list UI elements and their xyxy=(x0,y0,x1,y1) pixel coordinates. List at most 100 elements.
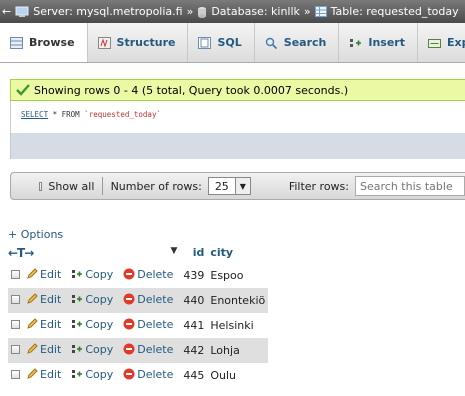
navigation-bar: Show all Number of rows: 25 ▼ Filter row… xyxy=(10,172,465,200)
copy-icon xyxy=(72,370,83,379)
edit-cell: Edit xyxy=(23,288,69,313)
edit-label: Edit xyxy=(40,317,62,331)
success-message: Showing rows 0 - 4 (5 total, Query took … xyxy=(10,79,465,101)
copy-label: Copy xyxy=(85,292,114,306)
cell-city: Enontekiö xyxy=(207,288,269,313)
row-checkbox[interactable] xyxy=(11,345,20,354)
edit-button[interactable]: Edit xyxy=(26,318,61,331)
tab-export[interactable]: Exp xyxy=(418,23,465,62)
tab-label: Structure xyxy=(116,36,176,49)
options-link[interactable]: + Options xyxy=(8,228,63,241)
column-controls: ←T→ ▼ xyxy=(8,242,180,263)
copy-button[interactable]: Copy xyxy=(71,318,113,331)
edit-button[interactable]: Edit xyxy=(26,343,61,356)
delete-button[interactable]: Delete xyxy=(123,368,173,381)
breadcrumb-database[interactable]: Database: kinllk xyxy=(211,5,300,18)
checkmark-icon xyxy=(16,84,30,96)
delete-label: Delete xyxy=(137,292,174,306)
row-checkbox[interactable] xyxy=(11,295,20,304)
table-row: Edit Copy Delete 440 Enontekiö xyxy=(8,288,269,313)
database-icon xyxy=(198,6,207,18)
edit-button[interactable]: Edit xyxy=(26,368,61,381)
success-text: Showing rows 0 - 4 (5 total, Query took … xyxy=(34,83,349,97)
tab-insert[interactable]: Insert xyxy=(339,23,418,62)
delete-button[interactable]: Delete xyxy=(123,343,173,356)
row-checkbox-cell xyxy=(8,363,23,388)
back-arrow-icon[interactable]: ← xyxy=(2,5,11,18)
edit-button[interactable]: Edit xyxy=(26,268,61,281)
tab-label: Insert xyxy=(368,36,405,49)
tab-browse[interactable]: Browse xyxy=(0,23,88,62)
delete-label: Delete xyxy=(137,342,174,356)
copy-icon xyxy=(72,320,83,329)
delete-button[interactable]: Delete xyxy=(123,293,173,306)
row-checkbox[interactable] xyxy=(11,370,20,379)
filter-rows-input[interactable] xyxy=(355,176,465,196)
table-row: Edit Copy Delete 439 Espoo xyxy=(8,263,269,288)
tab-label: Exp xyxy=(447,36,465,49)
pencil-icon xyxy=(27,318,38,330)
delete-icon xyxy=(123,293,135,305)
rows-label: Number of rows: xyxy=(110,179,202,193)
edit-label: Edit xyxy=(40,367,62,381)
table-row: Edit Copy Delete 445 Oulu xyxy=(8,363,269,388)
table-row: Edit Copy Delete 442 Lohja xyxy=(8,338,269,363)
tab-label: SQL xyxy=(217,36,242,49)
copy-label: Copy xyxy=(85,367,114,381)
tab-sql[interactable]: SQL xyxy=(188,23,255,62)
tab-structure[interactable]: Structure xyxy=(88,23,189,62)
delete-label: Delete xyxy=(137,367,174,381)
tab-search[interactable]: Search xyxy=(255,23,340,62)
filter-label: Filter rows: xyxy=(288,179,349,193)
breadcrumb-server[interactable]: Server: mysql.metropolia.fi xyxy=(33,5,182,18)
copy-button[interactable]: Copy xyxy=(71,293,113,306)
sql-keyword-link[interactable]: SELECT xyxy=(21,110,48,119)
edit-cell: Edit xyxy=(23,338,69,363)
copy-button[interactable]: Copy xyxy=(71,368,113,381)
cell-id: 439 xyxy=(180,263,208,288)
delete-icon xyxy=(123,368,135,380)
delete-icon xyxy=(123,268,135,280)
breadcrumb-table[interactable]: Table: requested_today xyxy=(331,5,459,18)
delete-button[interactable]: Delete xyxy=(123,268,173,281)
copy-label: Copy xyxy=(85,342,114,356)
row-checkbox-cell xyxy=(8,288,23,313)
browse-icon xyxy=(10,36,23,49)
results-table: ←T→ ▼ id city Edit Copy Delete 439 Espoo… xyxy=(8,242,269,388)
edit-label: Edit xyxy=(40,342,62,356)
copy-button[interactable]: Copy xyxy=(71,268,113,281)
tab-label: Search xyxy=(283,36,327,49)
delete-cell: Delete xyxy=(120,263,181,288)
delete-label: Delete xyxy=(137,267,174,281)
delete-cell: Delete xyxy=(120,338,181,363)
row-checkbox[interactable] xyxy=(11,270,20,279)
copy-label: Copy xyxy=(85,317,114,331)
copy-cell: Copy xyxy=(68,363,121,388)
delete-icon xyxy=(123,343,135,355)
copy-icon xyxy=(72,270,83,279)
pencil-icon xyxy=(27,368,38,380)
insert-icon xyxy=(350,38,362,47)
column-header-city[interactable]: city xyxy=(207,242,268,263)
column-header-id[interactable]: id xyxy=(180,242,207,263)
copy-button[interactable]: Copy xyxy=(71,343,113,356)
delete-button[interactable]: Delete xyxy=(123,318,173,331)
edit-cell: Edit xyxy=(23,363,69,388)
table-row: Edit Copy Delete 441 Helsinki xyxy=(8,313,269,338)
edit-button[interactable]: Edit xyxy=(26,293,61,306)
edit-cell: Edit xyxy=(23,313,69,338)
rows-per-page-select[interactable]: 25 ▼ xyxy=(207,177,251,195)
copy-cell: Copy xyxy=(68,288,121,313)
sql-actions-bar xyxy=(10,133,465,159)
delete-icon xyxy=(123,318,135,330)
cell-city: Espoo xyxy=(207,263,269,288)
cell-city: Lohja xyxy=(207,338,269,363)
cell-id: 440 xyxy=(180,288,208,313)
row-checkbox-cell xyxy=(8,338,23,363)
sql-query-box: SELECT * FROM `requested_today` xyxy=(10,101,465,133)
sort-dropdown-icon[interactable]: ▼ xyxy=(170,246,177,256)
column-arrows[interactable]: ←T→ xyxy=(8,246,34,260)
show-all-checkbox[interactable] xyxy=(39,181,43,191)
row-checkbox[interactable] xyxy=(11,320,20,329)
edit-cell: Edit xyxy=(23,263,69,288)
